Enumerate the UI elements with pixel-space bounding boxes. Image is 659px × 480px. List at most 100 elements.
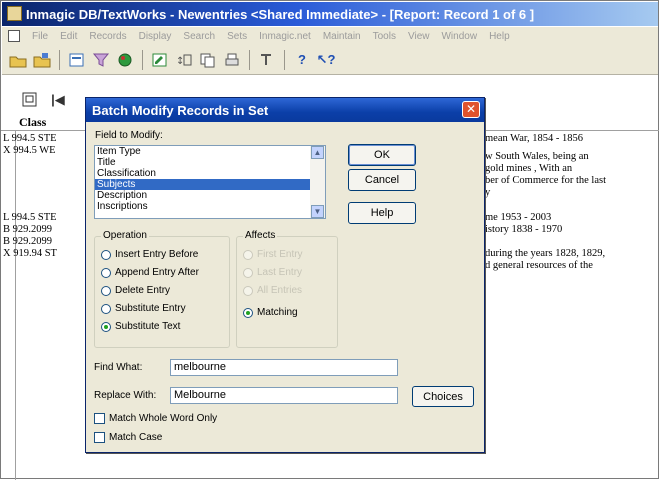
- class-cell: X 919.94 ST: [3, 248, 57, 259]
- dialog-title-bar[interactable]: Batch Modify Records in Set ✕: [86, 98, 484, 122]
- filter-icon[interactable]: [91, 50, 111, 70]
- menu-maintain[interactable]: Maintain: [323, 31, 361, 42]
- scroll-down-icon[interactable]: ▼: [311, 205, 324, 218]
- sort-icon[interactable]: ↕: [174, 50, 194, 70]
- radio-checked-icon[interactable]: [101, 321, 111, 332]
- affects-option: Last Entry: [243, 267, 302, 278]
- list-scrollbar[interactable]: ▲ ▼: [310, 146, 325, 218]
- toolbar-separator: [284, 49, 285, 70]
- option-label: First Entry: [257, 249, 303, 260]
- operation-option[interactable]: Substitute Entry: [101, 303, 186, 314]
- document-icon[interactable]: [8, 30, 20, 42]
- list-item-selected[interactable]: Subjects: [95, 179, 325, 190]
- menu-inmagic-net[interactable]: Inmagic.net: [259, 31, 311, 42]
- option-label: Insert Entry Before: [115, 249, 199, 260]
- operation-option[interactable]: Delete Entry: [101, 285, 170, 296]
- choices-button[interactable]: Choices: [412, 386, 474, 407]
- list-item[interactable]: Inscriptions: [95, 201, 325, 212]
- match-case-option[interactable]: Match Case: [94, 432, 162, 443]
- list-item[interactable]: Description: [95, 190, 325, 201]
- affects-legend: Affects: [243, 230, 278, 241]
- globe-icon[interactable]: [115, 50, 135, 70]
- search-form-icon[interactable]: [67, 50, 87, 70]
- option-label: Append Entry After: [115, 267, 199, 278]
- operation-option[interactable]: Insert Entry Before: [101, 249, 198, 260]
- edit-form-icon[interactable]: [150, 50, 170, 70]
- class-column-header: Class: [19, 115, 47, 129]
- menu-help[interactable]: Help: [489, 31, 510, 42]
- title-cell: w South Wales, being an: [485, 151, 589, 162]
- replace-with-label: Replace With:: [94, 390, 157, 401]
- option-label: Last Entry: [257, 267, 303, 278]
- cancel-button[interactable]: Cancel: [348, 169, 416, 191]
- open-database-icon[interactable]: [8, 50, 28, 70]
- radio-icon[interactable]: [101, 249, 111, 260]
- option-label: Substitute Text: [115, 321, 181, 332]
- affects-option: All Entries: [243, 285, 302, 296]
- dialog-title: Batch Modify Records in Set: [92, 102, 269, 118]
- close-icon[interactable]: ✕: [462, 101, 480, 118]
- open-textbase-icon[interactable]: [32, 50, 52, 70]
- menu-window[interactable]: Window: [441, 31, 477, 42]
- list-item[interactable]: Classification: [95, 168, 325, 179]
- context-help-icon[interactable]: ↖?: [316, 50, 336, 70]
- radio-checked-icon[interactable]: [243, 307, 253, 318]
- help-icon[interactable]: ?: [292, 50, 312, 70]
- field-to-modify-label: Field to Modify:: [95, 130, 163, 141]
- option-label: Match Whole Word Only: [109, 413, 218, 424]
- checkbox-icon[interactable]: [94, 413, 105, 424]
- menu-view[interactable]: View: [408, 31, 430, 42]
- menu-display[interactable]: Display: [139, 31, 172, 42]
- radio-icon[interactable]: [101, 267, 111, 278]
- first-record-icon[interactable]: |◀: [48, 90, 68, 110]
- class-cell: X 994.5 WE: [3, 145, 56, 156]
- find-what-input[interactable]: melbourne: [170, 359, 398, 376]
- list-item[interactable]: Title: [95, 157, 325, 168]
- menu-edit[interactable]: Edit: [60, 31, 77, 42]
- toolbar-separator: [59, 49, 60, 70]
- app-icon: [7, 6, 22, 21]
- menu-tools[interactable]: Tools: [373, 31, 396, 42]
- scroll-up-icon[interactable]: ▲: [311, 146, 324, 159]
- svg-text:↕: ↕: [176, 56, 184, 67]
- report-view-icon[interactable]: [20, 90, 40, 110]
- window-title-bar[interactable]: Inmagic DB/TextWorks - Newentries <Share…: [2, 2, 658, 26]
- format-icon[interactable]: [257, 50, 277, 70]
- operation-legend: Operation: [101, 230, 149, 241]
- affects-option: First Entry: [243, 249, 303, 260]
- menu-records[interactable]: Records: [89, 31, 126, 42]
- radio-icon[interactable]: [101, 285, 111, 296]
- affects-option-selected[interactable]: Matching: [243, 307, 298, 318]
- radio-icon: [243, 285, 253, 296]
- list-item[interactable]: Item Type: [95, 146, 325, 157]
- main-toolbar: ↕ ? ↖?: [2, 45, 658, 75]
- toolbar-separator: [249, 49, 250, 70]
- window-title: Inmagic DB/TextWorks - Newentries <Share…: [26, 6, 535, 22]
- ok-button[interactable]: OK: [348, 144, 416, 166]
- menu-sets[interactable]: Sets: [227, 31, 247, 42]
- toolbar-separator: [142, 49, 143, 70]
- operation-option-selected[interactable]: Substitute Text: [101, 321, 180, 332]
- option-label: Delete Entry: [115, 285, 171, 296]
- menu-file[interactable]: File: [32, 31, 48, 42]
- menu-search[interactable]: Search: [183, 31, 215, 42]
- help-button[interactable]: Help: [348, 202, 416, 224]
- class-cell: B 929.2099: [3, 236, 53, 247]
- title-cell: istory 1838 - 1970: [485, 224, 563, 235]
- class-cell: L 994.5 STE: [3, 212, 57, 223]
- class-cell: L 994.5 STE: [3, 133, 57, 144]
- checkbox-icon[interactable]: [94, 432, 105, 443]
- radio-icon: [243, 267, 253, 278]
- title-cell: me 1953 - 2003: [485, 212, 552, 223]
- title-cell: d general resources of the: [485, 260, 593, 271]
- print-icon[interactable]: [222, 50, 242, 70]
- replace-with-input[interactable]: Melbourne: [170, 387, 398, 404]
- title-cell: gold mines , With an: [485, 163, 573, 174]
- field-list[interactable]: Item Type Title Classification Subjects …: [94, 145, 326, 219]
- operation-option[interactable]: Append Entry After: [101, 267, 199, 278]
- copy-icon[interactable]: [198, 50, 218, 70]
- match-whole-word-option[interactable]: Match Whole Word Only: [94, 413, 217, 424]
- menu-bar: File Edit Records Display Search Sets In…: [2, 27, 658, 45]
- radio-icon[interactable]: [101, 303, 111, 314]
- option-label: Matching: [257, 307, 298, 318]
